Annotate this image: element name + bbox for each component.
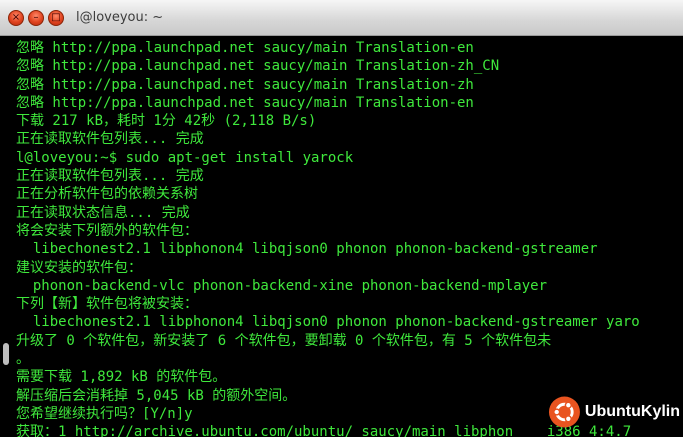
- close-icon: ×: [11, 12, 21, 23]
- terminal-line: phonon-backend-vlc phonon-backend-xine p…: [16, 277, 548, 294]
- terminal-line: 正在读取软件包列表... 完成: [16, 168, 204, 185]
- terminal-line: libechonest2.1 libphonon4 libqjson0 phon…: [16, 241, 598, 258]
- maximize-icon: □: [51, 12, 61, 23]
- ubuntu-logo-icon: [548, 396, 580, 428]
- watermark-text: UbuntuKylin: [584, 403, 680, 420]
- terminal-line: 建议安装的软件包：: [16, 259, 142, 276]
- terminal-line: 将会安装下列额外的软件包：: [16, 222, 198, 239]
- terminal-line: l@loveyou:~$ sudo apt-get install yarock: [16, 149, 354, 166]
- scrollbar-thumb[interactable]: [3, 343, 9, 365]
- terminal-line: 下载 217 kB，耗时 1分 42秒 (2,118 B/s): [16, 113, 317, 130]
- terminal-line: 您希望继续执行吗？[Y/n]y: [16, 405, 193, 422]
- window-title: l@loveyou: ~: [76, 10, 164, 25]
- close-button[interactable]: ×: [8, 10, 24, 26]
- terminal-line: 忽略 http://ppa.launchpad.net saucy/main T…: [16, 58, 500, 75]
- maximize-button[interactable]: □: [48, 10, 64, 26]
- terminal-line: 忽略 http://ppa.launchpad.net saucy/main T…: [16, 40, 474, 56]
- terminal-line: 获取：1 http://archive.ubuntu.com/ubuntu/ s…: [16, 424, 632, 437]
- terminal-window: × – □ l@loveyou: ~ 忽略 http://ppa.launchp…: [0, 0, 683, 437]
- minimize-icon: –: [33, 12, 39, 23]
- terminal-line: 正在分析软件包的依赖关系树: [16, 186, 198, 203]
- terminal-line: 忽略 http://ppa.launchpad.net saucy/main T…: [16, 76, 474, 93]
- terminal-line: 需要下载 1,892 kB 的软件包。: [16, 369, 227, 386]
- terminal-line: 。: [16, 351, 30, 368]
- terminal-line: 正在读取软件包列表... 完成: [16, 131, 204, 148]
- terminal-line: libechonest2.1 libphonon4 libqjson0 phon…: [16, 314, 640, 331]
- terminal-lines: 忽略 http://ppa.launchpad.net saucy/main T…: [16, 39, 640, 437]
- terminal-line: 升级了 0 个软件包，新安装了 6 个软件包，要卸载 0 个软件包，有 5 个软…: [16, 332, 552, 349]
- terminal-line: 下列【新】软件包将被安装：: [16, 296, 198, 313]
- minimize-button[interactable]: –: [28, 10, 44, 26]
- ubuntukylin-watermark: UbuntuKylin: [548, 395, 680, 429]
- title-bar[interactable]: × – □ l@loveyou: ~: [0, 0, 683, 36]
- terminal-line: 正在读取状态信息... 完成: [16, 204, 190, 221]
- terminal-line: 忽略 http://ppa.launchpad.net saucy/main T…: [16, 94, 474, 111]
- terminal-line: 解压缩后会消耗掉 5,045 kB 的额外空间。: [16, 387, 297, 404]
- terminal-output[interactable]: 忽略 http://ppa.launchpad.net saucy/main T…: [0, 37, 683, 437]
